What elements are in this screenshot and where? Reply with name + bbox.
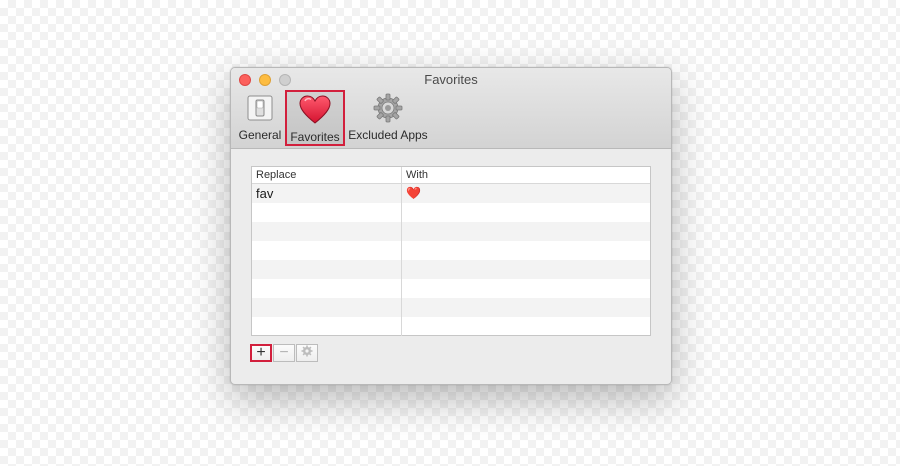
remove-button[interactable]: − — [273, 344, 295, 362]
heart-icon — [299, 94, 331, 126]
tab-favorites[interactable]: Favorites — [285, 90, 345, 146]
tab-excluded-apps[interactable]: Excluded Apps — [347, 90, 429, 146]
tab-general[interactable]: General — [235, 90, 285, 146]
table-row — [252, 260, 650, 279]
table-button-bar: + − — [250, 344, 319, 362]
add-button[interactable]: + — [250, 344, 272, 362]
preferences-window: Favorites General Favorites Excluded App… — [230, 67, 672, 385]
column-header-with[interactable]: With — [402, 167, 650, 183]
column-divider — [401, 184, 402, 336]
table-row — [252, 298, 650, 317]
switch-icon — [244, 92, 276, 124]
tab-general-label: General — [238, 128, 282, 142]
gear-icon — [301, 345, 313, 361]
cell-replace[interactable]: fav — [252, 184, 402, 203]
cell-with[interactable]: ❤️ — [402, 184, 650, 203]
replacements-table[interactable]: Replace With fav ❤️ — [251, 166, 651, 336]
table-row — [252, 317, 650, 336]
tab-excluded-apps-label: Excluded Apps — [348, 128, 428, 142]
toolbar: General Favorites Excluded Apps — [235, 90, 429, 146]
window-title: Favorites — [424, 72, 478, 87]
action-gear-button[interactable] — [296, 344, 318, 362]
tab-favorites-label: Favorites — [290, 130, 340, 144]
table-row — [252, 203, 650, 222]
table-body: fav ❤️ — [252, 184, 650, 336]
titlebar: Favorites General Favorites Excluded App… — [231, 68, 671, 149]
table-header: Replace With — [252, 167, 650, 184]
table-row — [252, 279, 650, 298]
table-row — [252, 222, 650, 241]
table-row — [252, 241, 650, 260]
gear-icon — [372, 92, 404, 124]
column-header-replace[interactable]: Replace — [252, 167, 402, 183]
table-row[interactable]: fav ❤️ — [252, 184, 650, 203]
